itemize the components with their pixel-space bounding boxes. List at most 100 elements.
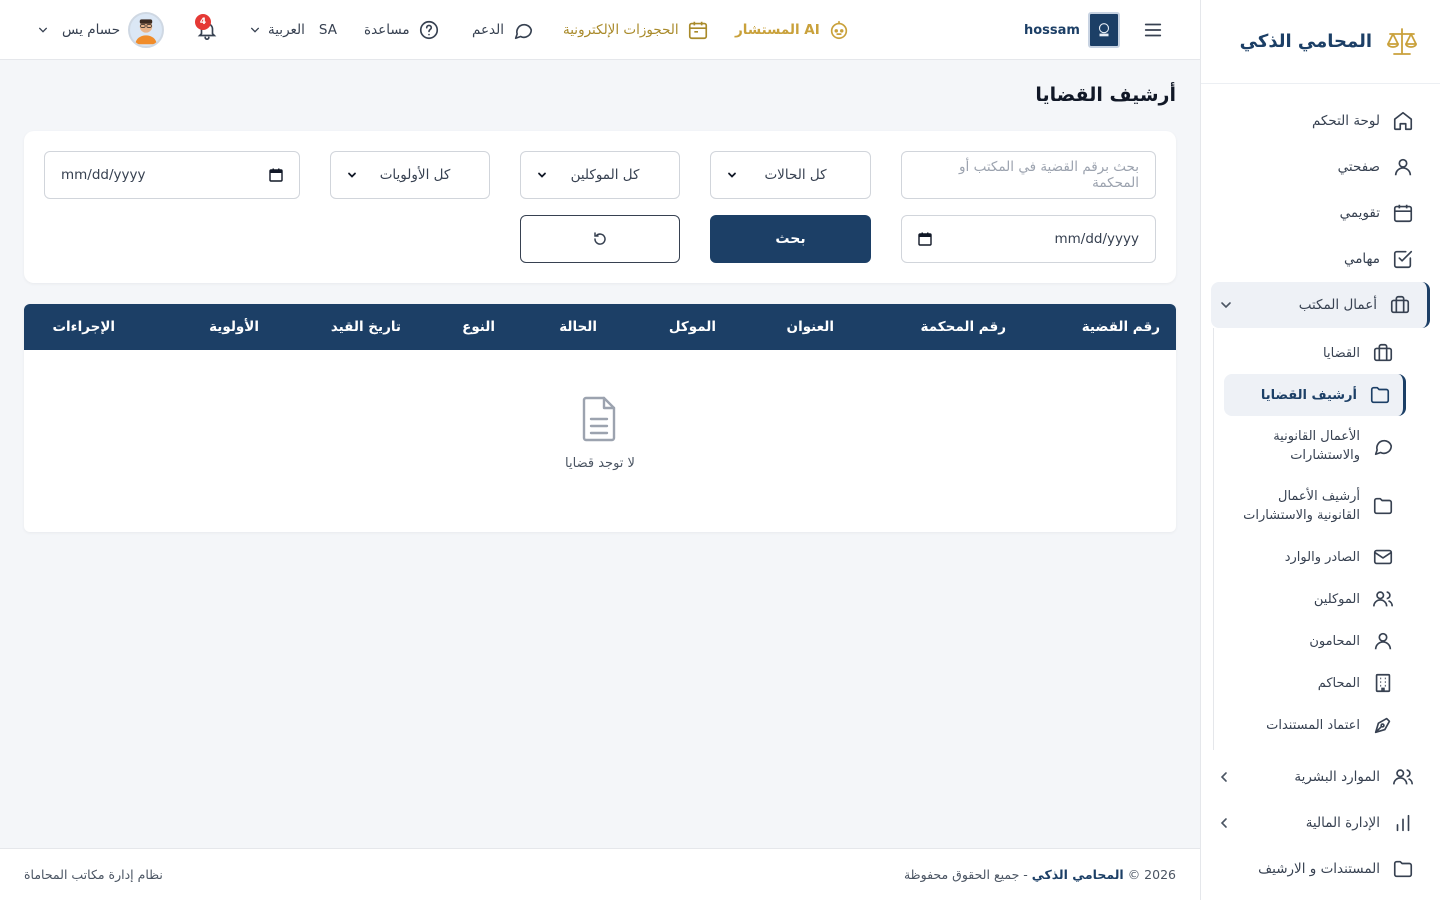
bookings-link[interactable]: الحجوزات الإلكترونية: [563, 0, 709, 60]
status-select-value: كل الحالات: [764, 167, 827, 183]
support-label: الدعم: [472, 22, 504, 38]
date-from-value: mm/dd/yyyy: [61, 167, 146, 183]
avatar: [128, 12, 165, 48]
case-search-input[interactable]: بحث برقم القضية في المكتب أو المحكمة: [901, 151, 1156, 199]
sidebar-item-office-work[interactable]: أعمال المكتب: [1211, 282, 1430, 328]
calendar-icon[interactable]: [918, 232, 932, 246]
sidebar-item-tasks[interactable]: مهامي: [1201, 236, 1440, 282]
column-header-court-number[interactable]: رقم المحكمة: [921, 319, 1006, 335]
sidebar-item-label: مهامي: [1343, 251, 1380, 267]
sidebar-item-label: الأعمال القانونية والاستشارات: [1273, 427, 1360, 465]
column-header-type[interactable]: النوع: [462, 319, 495, 335]
brand[interactable]: المحامي الذكي: [1201, 0, 1440, 84]
sidebar-item-label: تقويمي: [1339, 205, 1380, 221]
bookings-label: الحجوزات الإلكترونية: [563, 22, 679, 38]
chevron-down-icon: [38, 25, 48, 35]
sidebar-item-cases-archive[interactable]: أرشيف القضايا: [1224, 374, 1406, 416]
calendar-icon: [1392, 202, 1414, 224]
column-header-title[interactable]: العنوان: [787, 319, 834, 335]
chevron-down-icon[interactable]: [1219, 298, 1233, 312]
sidebar-item-legal-work[interactable]: الأعمال القانونية والاستشارات: [1214, 416, 1440, 476]
search-placeholder: بحث برقم القضية في المكتب أو المحكمة: [959, 159, 1139, 191]
sidebar-item-dashboard[interactable]: لوحة التحكم: [1201, 98, 1440, 144]
notifications-button[interactable]: [196, 0, 218, 60]
sidebar-item-label: أرشيف الأعمال القانونية والاستشارات: [1243, 487, 1360, 525]
ai-advisor-link[interactable]: المستشار AI: [735, 0, 850, 60]
search-button[interactable]: بحث: [710, 215, 871, 263]
refresh-icon: [591, 230, 609, 248]
language-selector[interactable]: العربية SA: [250, 0, 337, 60]
support-link[interactable]: الدعم: [472, 0, 534, 60]
column-header-filing-date[interactable]: تاريخ القيد: [331, 319, 401, 335]
top-bar: حسام يس 4 العربية SA مساعدة الدعم الحجوز…: [0, 0, 1200, 60]
sidebar-item-mail[interactable]: الصادر والوارد: [1214, 536, 1440, 578]
chevron-left-icon[interactable]: [1217, 816, 1231, 830]
folder-icon: [1369, 384, 1391, 406]
sidebar-item-my-page[interactable]: صفحتي: [1201, 144, 1440, 190]
building-icon: [1372, 672, 1394, 694]
client-select[interactable]: كل الموكلين: [520, 151, 680, 199]
chevron-left-icon[interactable]: [1217, 770, 1231, 784]
column-header-case-number[interactable]: رقم القضية: [1082, 319, 1160, 335]
robot-icon: [828, 19, 850, 41]
copyright-year: © 2026: [1127, 867, 1176, 882]
document-icon: [578, 394, 622, 444]
label-line-2: القانونية والاستشارات: [1243, 508, 1360, 523]
question-circle-icon: [418, 19, 440, 41]
column-header-client[interactable]: الموكل: [669, 319, 716, 335]
help-link[interactable]: مساعدة: [364, 0, 440, 60]
scales-of-justice-icon: [1384, 24, 1420, 60]
date-to-value: mm/dd/yyyy: [1054, 231, 1140, 247]
chevron-down-icon: [537, 170, 547, 180]
sidebar-item-label: القضايا: [1323, 345, 1360, 361]
sidebar-item-courts[interactable]: المحاكم: [1214, 662, 1440, 704]
column-header-status[interactable]: الحالة: [559, 319, 597, 335]
firm-switcher[interactable]: hossam: [1024, 0, 1120, 60]
column-header-priority[interactable]: الأولوية: [209, 319, 259, 335]
status-select[interactable]: كل الحالات: [710, 151, 871, 199]
pen-nib-icon: [1372, 714, 1394, 736]
sidebar-item-label: أعمال المكتب: [1298, 297, 1377, 313]
priority-select-value: كل الأولويات: [379, 167, 451, 183]
sidebar-item-lawyers[interactable]: المحامون: [1214, 620, 1440, 662]
sidebar-item-legal-archive[interactable]: أرشيف الأعمال القانونية والاستشارات: [1214, 476, 1440, 536]
users-icon: [1392, 766, 1414, 788]
sidebar-item-finance[interactable]: الإدارة المالية: [1201, 800, 1440, 846]
sidebar-item-label: المحامون: [1309, 633, 1360, 649]
filters-panel: بحث برقم القضية في المكتب أو المحكمة كل …: [24, 131, 1176, 283]
date-to-input[interactable]: mm/dd/yyyy: [901, 215, 1156, 263]
calendar-icon: [687, 19, 709, 41]
priority-select[interactable]: كل الأولويات: [330, 151, 490, 199]
folder-icon: [1372, 495, 1394, 517]
sidebar-item-clients[interactable]: الموكلين: [1214, 578, 1440, 620]
column-header-actions: الإجراءات: [52, 319, 115, 335]
sidebar-item-label: اعتماد المستندات: [1266, 717, 1360, 733]
hamburger-menu-icon: [1142, 19, 1164, 41]
menu-toggle-button[interactable]: [1142, 0, 1164, 60]
label-line-1: الأعمال القانونية: [1273, 429, 1360, 444]
chat-bubble-icon: [1372, 435, 1394, 457]
sidebar-item-documents[interactable]: المستندات و الارشيف: [1201, 846, 1440, 892]
footer: © 2026 المحامي الذكي - جميع الحقوق محفوظ…: [0, 848, 1200, 900]
sidebar-nav: لوحة التحكم صفحتي تقويمي مهامي أعمال الم…: [1201, 84, 1440, 892]
sidebar-item-cases[interactable]: القضايا: [1214, 332, 1440, 374]
sidebar-item-calendar[interactable]: تقويمي: [1201, 190, 1440, 236]
footer-brand[interactable]: المحامي الذكي: [1032, 867, 1124, 882]
language-code: SA: [318, 22, 337, 38]
sidebar-item-label: الإدارة المالية: [1305, 815, 1380, 831]
client-select-value: كل الموكلين: [570, 167, 640, 183]
cases-table: رقم القضية رقم المحكمة العنوان الموكل ال…: [24, 304, 1176, 532]
reset-button[interactable]: [520, 215, 680, 263]
system-name: نظام إدارة مكاتب المحاماة: [24, 867, 163, 882]
language-label: العربية: [268, 22, 305, 38]
date-from-input[interactable]: mm/dd/yyyy: [44, 151, 300, 199]
sidebar-item-hr[interactable]: الموارد البشرية: [1201, 754, 1440, 800]
bar-chart-icon: [1392, 812, 1414, 834]
user-icon: [1372, 630, 1394, 652]
brand-name: المحامي الذكي: [1239, 31, 1372, 52]
sidebar-item-doc-approval[interactable]: اعتماد المستندات: [1214, 704, 1440, 746]
user-menu[interactable]: حسام يس: [38, 0, 165, 60]
help-label: مساعدة: [364, 22, 410, 38]
calendar-icon[interactable]: [269, 168, 283, 182]
sidebar-item-label: المستندات و الارشيف: [1258, 861, 1380, 877]
